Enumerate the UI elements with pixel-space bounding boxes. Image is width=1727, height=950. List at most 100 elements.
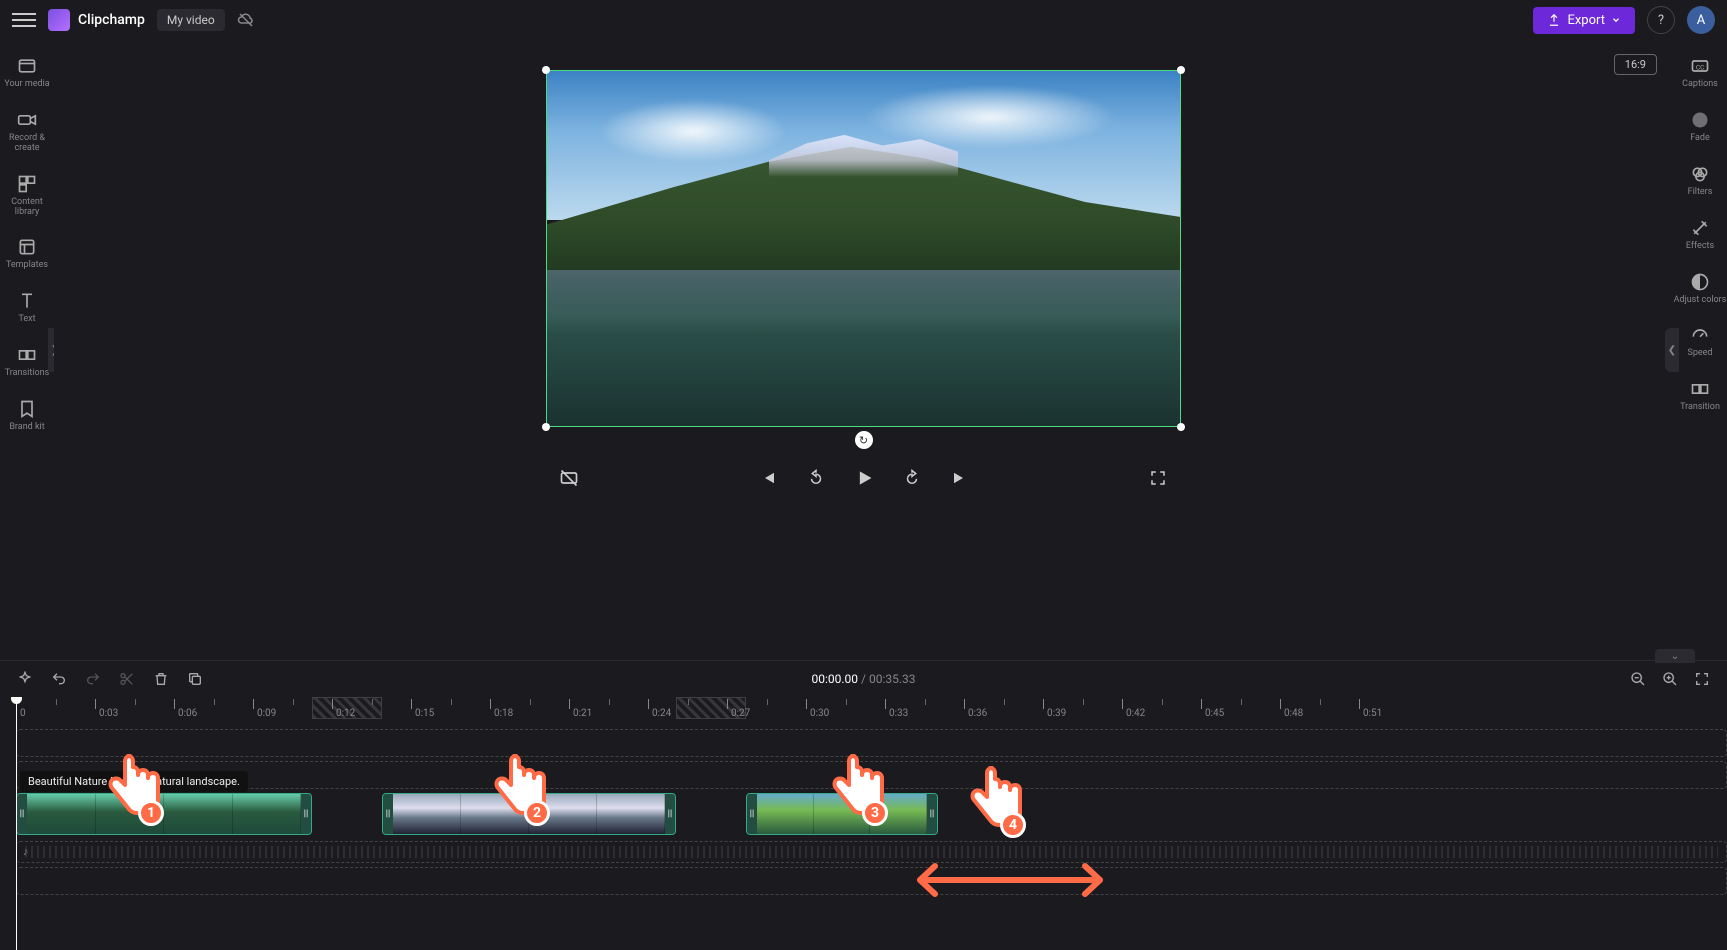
sidebar-item-your-media[interactable]: Your media	[0, 48, 54, 98]
ruler-tick-label: 0:15	[415, 708, 434, 719]
filters-icon	[1690, 164, 1710, 184]
transition-icon	[1690, 379, 1710, 399]
clip-trim-handle-right[interactable]: ||	[927, 794, 937, 834]
annotation-badge: 2	[524, 800, 550, 826]
right-rail-toggle[interactable]: ❮	[1665, 328, 1679, 372]
timeline-toolbar: 00:00.00 / 00:35.33	[0, 661, 1727, 697]
camera-icon	[17, 110, 37, 130]
avatar[interactable]: A	[1687, 6, 1715, 34]
resize-handle-tl[interactable]	[542, 66, 550, 74]
video-name-field[interactable]: My video	[157, 9, 225, 31]
brand-kit-icon	[17, 399, 37, 419]
zoom-in-button[interactable]	[1661, 670, 1679, 688]
hide-preview-button[interactable]	[558, 467, 580, 489]
export-button[interactable]: Export	[1533, 7, 1635, 34]
right-sidebar: CC Captions Fade Filters Effects Adjust …	[1673, 40, 1727, 660]
annotation-pointer: 2	[488, 748, 552, 828]
sidebar-item-transitions[interactable]: Transitions	[0, 337, 54, 387]
drop-lane[interactable]	[16, 867, 1727, 895]
sidebar-item-transition[interactable]: Transition	[1673, 371, 1727, 421]
sidebar-item-adjust-colors[interactable]: Adjust colors	[1673, 264, 1727, 314]
aspect-ratio-badge[interactable]: 16:9	[1614, 54, 1657, 75]
adjust-colors-icon	[1690, 272, 1710, 292]
menu-button[interactable]	[12, 8, 36, 32]
ruler-tick-label: 0:27	[731, 708, 750, 719]
redo-button[interactable]	[84, 670, 102, 688]
ruler-tick-label: 0:12	[336, 708, 355, 719]
duplicate-button[interactable]	[186, 670, 204, 688]
skip-back-button[interactable]	[757, 467, 779, 489]
sidebar-item-label: Captions	[1682, 80, 1718, 90]
fullscreen-button[interactable]	[1147, 467, 1169, 489]
ruler-tick-label: 0:45	[1205, 708, 1224, 719]
undo-button[interactable]	[50, 670, 68, 688]
sidebar-item-label: Filters	[1688, 188, 1713, 198]
fit-zoom-button[interactable]	[1693, 670, 1711, 688]
export-label: Export	[1567, 13, 1605, 28]
rotate-handle[interactable]: ↻	[855, 431, 873, 449]
resize-handle-bl[interactable]	[542, 423, 550, 431]
annotation-badge: 4	[1000, 812, 1026, 838]
auto-enhance-button[interactable]	[16, 670, 34, 688]
sidebar-item-fade[interactable]: Fade	[1673, 102, 1727, 152]
chevron-down-icon	[1611, 15, 1621, 25]
annotation-pointer: 1	[102, 748, 166, 828]
ruler-tick-label: 0:03	[99, 708, 118, 719]
rewind-5s-button[interactable]	[805, 467, 827, 489]
ruler-tick-label: 0:30	[810, 708, 829, 719]
sidebar-item-brand-kit[interactable]: Brand kit	[0, 391, 54, 441]
logo-icon	[48, 9, 70, 31]
ruler-tick-label: 0:18	[494, 708, 513, 719]
sidebar-item-content-library[interactable]: Content library	[0, 166, 54, 226]
delete-button[interactable]	[152, 670, 170, 688]
ruler-tick-label: 0:33	[889, 708, 908, 719]
media-icon	[17, 56, 37, 76]
ruler-tick-label: 0:39	[1047, 708, 1066, 719]
sidebar-item-text[interactable]: Text	[0, 283, 54, 333]
video-canvas[interactable]	[546, 70, 1181, 427]
sidebar-item-label: Effects	[1686, 242, 1714, 252]
sidebar-item-label: Fade	[1690, 134, 1710, 144]
cloud-sync-icon[interactable]	[237, 10, 257, 30]
play-button[interactable]	[853, 467, 875, 489]
ruler-tick-label: 0:09	[257, 708, 276, 719]
sidebar-item-label: Content library	[0, 198, 54, 218]
left-sidebar: Your media Record & create Content libra…	[0, 40, 54, 660]
total-time: 00:35.33	[869, 672, 916, 686]
split-button[interactable]	[118, 670, 136, 688]
sidebar-item-templates[interactable]: Templates	[0, 229, 54, 279]
header: Clipchamp My video Export ? A	[0, 0, 1727, 40]
preview-stage: 16:9 ↻	[54, 40, 1673, 660]
clip-trim-handle-right[interactable]: ||	[301, 794, 311, 834]
text-icon	[17, 291, 37, 311]
sidebar-item-label: Templates	[6, 261, 48, 271]
logo: Clipchamp	[48, 9, 145, 31]
clip-trim-handle-left[interactable]: ||	[17, 794, 27, 834]
help-button[interactable]: ?	[1647, 6, 1675, 34]
zoom-out-button[interactable]	[1629, 670, 1647, 688]
sidebar-item-label: Brand kit	[9, 423, 44, 433]
resize-handle-br[interactable]	[1177, 423, 1185, 431]
sidebar-item-record-create[interactable]: Record & create	[0, 102, 54, 162]
clip-trim-handle-left[interactable]: ||	[747, 794, 757, 834]
resize-handle-tr[interactable]	[1177, 66, 1185, 74]
ruler-tick-label: 0:42	[1126, 708, 1145, 719]
timeline-ruler[interactable]: 00:030:060:090:120:150:180:210:240:270:3…	[16, 697, 1727, 721]
sidebar-item-effects[interactable]: Effects	[1673, 210, 1727, 260]
captions-icon: CC	[1690, 56, 1710, 76]
clip-trim-handle-right[interactable]: ||	[665, 794, 675, 834]
sidebar-item-filters[interactable]: Filters	[1673, 156, 1727, 206]
sidebar-item-label: Speed	[1687, 349, 1712, 359]
sidebar-item-speed[interactable]: Speed	[1673, 317, 1727, 367]
skip-forward-button[interactable]	[949, 467, 971, 489]
playhead[interactable]	[16, 697, 17, 950]
audio-track[interactable]: ♪	[16, 841, 1727, 863]
effects-icon	[1690, 218, 1710, 238]
ruler-tick-label: 0:36	[968, 708, 987, 719]
clip-trim-handle-left[interactable]: ||	[383, 794, 393, 834]
annotation-badge: 1	[138, 800, 164, 826]
forward-5s-button[interactable]	[901, 467, 923, 489]
timeline-collapse[interactable]: ⌄	[1655, 649, 1695, 663]
sidebar-item-captions[interactable]: CC Captions	[1673, 48, 1727, 98]
ruler-tick-label: 0:51	[1363, 708, 1382, 719]
